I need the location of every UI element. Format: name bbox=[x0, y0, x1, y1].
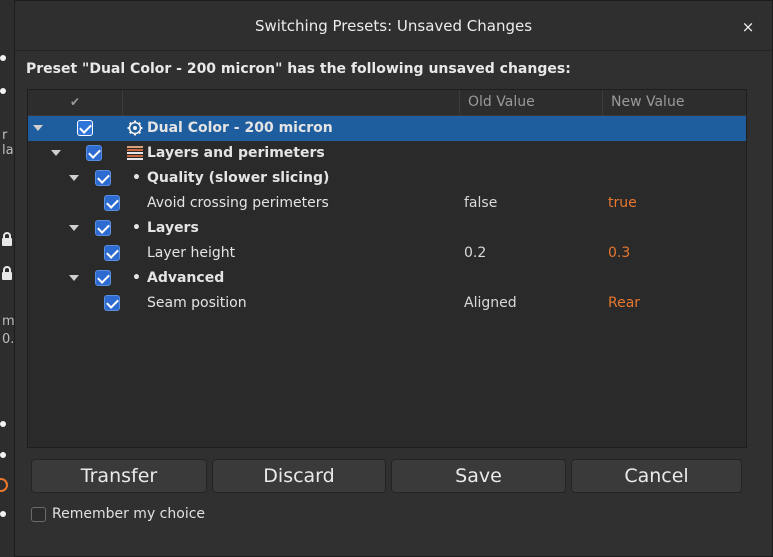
transfer-button[interactable]: Transfer bbox=[31, 459, 207, 493]
dialog-titlebar: Switching Presets: Unsaved Changes × bbox=[15, 1, 772, 51]
bullet-dot bbox=[0, 55, 6, 61]
expander-icon[interactable] bbox=[69, 225, 79, 231]
column-header-new-value[interactable]: New Value bbox=[603, 90, 746, 115]
row-label: Avoid crossing perimeters bbox=[147, 195, 329, 211]
old-value: Aligned bbox=[464, 295, 517, 311]
new-value: true bbox=[608, 195, 637, 211]
tree-row-layer-height[interactable]: Layer height 0.2 0.3 bbox=[28, 241, 746, 266]
radio-icon bbox=[0, 478, 8, 492]
tree-row-layers[interactable]: • Layers bbox=[28, 216, 746, 241]
unsaved-message: Preset "Dual Color - 200 micron" has the… bbox=[26, 61, 571, 77]
old-value: false bbox=[464, 195, 498, 211]
dialog-title: Switching Presets: Unsaved Changes bbox=[254, 16, 533, 35]
remember-checkbox[interactable] bbox=[31, 506, 46, 522]
checkbox[interactable] bbox=[95, 170, 111, 186]
gear-icon bbox=[127, 120, 143, 136]
checkbox[interactable] bbox=[104, 245, 120, 261]
remember-label: Remember my choice bbox=[52, 506, 206, 522]
bullet-icon: • bbox=[132, 170, 141, 186]
tree-row-quality[interactable]: • Quality (slower slicing) bbox=[28, 166, 746, 191]
save-button[interactable]: Save bbox=[391, 459, 566, 493]
column-header-old-value[interactable]: Old Value bbox=[460, 90, 603, 115]
checkbox[interactable] bbox=[77, 120, 93, 136]
row-label: Quality (slower slicing) bbox=[147, 170, 330, 186]
row-label: Layers bbox=[147, 220, 199, 236]
old-value: 0.2 bbox=[464, 245, 487, 261]
tree-row-preset[interactable]: Dual Color - 200 micron bbox=[28, 116, 746, 141]
remember-choice[interactable]: Remember my choice bbox=[31, 506, 205, 522]
bullet-dot bbox=[0, 452, 6, 458]
background-text: m bbox=[2, 314, 15, 329]
expander-icon[interactable] bbox=[51, 150, 61, 156]
close-button[interactable]: × bbox=[738, 17, 758, 37]
discard-button[interactable]: Discard bbox=[212, 459, 386, 493]
expander-icon[interactable] bbox=[33, 125, 43, 131]
new-value: Rear bbox=[608, 295, 641, 311]
changes-tree: ✔ Old Value New Value Dual Color - 200 m… bbox=[27, 89, 747, 448]
checkbox[interactable] bbox=[86, 145, 102, 161]
checkbox[interactable] bbox=[95, 220, 111, 236]
column-header-check[interactable]: ✔ bbox=[28, 90, 123, 115]
layers-icon bbox=[127, 146, 143, 160]
expander-icon[interactable] bbox=[69, 175, 79, 181]
column-header-name[interactable] bbox=[123, 90, 460, 115]
tree-row-seam-position[interactable]: Seam position Aligned Rear bbox=[28, 291, 746, 316]
checkbox[interactable] bbox=[104, 195, 120, 211]
tree-row-avoid-crossing[interactable]: Avoid crossing perimeters false true bbox=[28, 191, 746, 216]
cancel-button[interactable]: Cancel bbox=[571, 459, 742, 493]
row-label: Layer height bbox=[147, 245, 236, 261]
bullet-icon: • bbox=[132, 270, 141, 286]
lock-icon bbox=[2, 266, 12, 280]
background-text: 0. bbox=[2, 332, 15, 347]
row-label: Layers and perimeters bbox=[147, 145, 325, 161]
row-label: Advanced bbox=[147, 270, 225, 286]
bullet-dot bbox=[0, 511, 6, 517]
checkbox[interactable] bbox=[95, 270, 111, 286]
unsaved-changes-dialog: Switching Presets: Unsaved Changes × Pre… bbox=[14, 0, 773, 557]
bullet-dot bbox=[0, 421, 6, 427]
lock-icon bbox=[2, 232, 12, 246]
row-label: Dual Color - 200 micron bbox=[147, 120, 333, 136]
bullet-icon: • bbox=[132, 220, 141, 236]
tree-row-layers-and-perimeters[interactable]: Layers and perimeters bbox=[28, 141, 746, 166]
row-label: Seam position bbox=[147, 295, 247, 311]
new-value: 0.3 bbox=[608, 245, 631, 261]
tree-header: ✔ Old Value New Value bbox=[28, 90, 746, 116]
expander-icon[interactable] bbox=[69, 275, 79, 281]
tree-row-advanced[interactable]: • Advanced bbox=[28, 266, 746, 291]
bullet-dot bbox=[0, 88, 6, 94]
checkbox[interactable] bbox=[104, 295, 120, 311]
